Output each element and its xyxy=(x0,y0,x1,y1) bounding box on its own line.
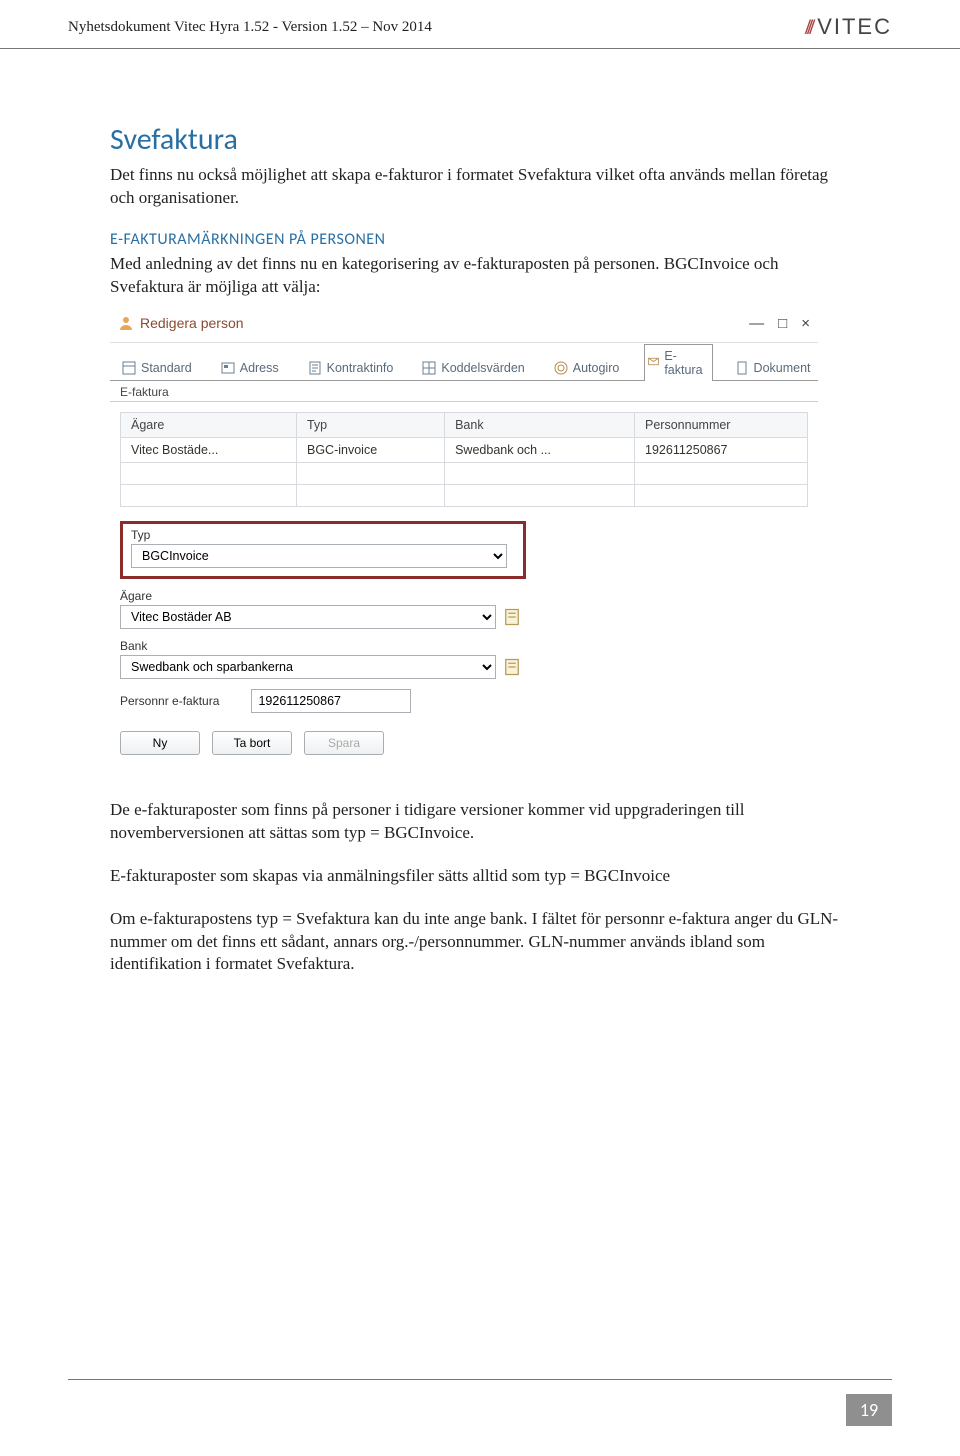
typ-highlight: Typ BGCInvoice xyxy=(120,521,526,579)
ny-button[interactable]: Ny xyxy=(120,731,200,755)
minimize-button[interactable]: — xyxy=(749,315,764,332)
tab-label: E-faktura xyxy=(664,349,705,377)
table-row[interactable]: Vitec Bostäde... BGC-invoice Swedbank oc… xyxy=(121,437,808,462)
tab-koddelsvarden[interactable]: Koddelsvärden xyxy=(418,355,531,380)
col-bank[interactable]: Bank xyxy=(445,412,635,437)
after-p1: De e-fakturaposter som finns på personer… xyxy=(110,799,850,845)
efaktura-icon xyxy=(647,355,660,371)
efaktura-grid[interactable]: Ägare Typ Bank Personnummer Vitec Bostäd… xyxy=(120,412,808,507)
document-icon xyxy=(734,360,750,376)
maximize-button[interactable]: □ xyxy=(778,315,787,332)
tab-label: Standard xyxy=(141,361,192,375)
spara-button[interactable]: Spara xyxy=(304,731,384,755)
note-icon[interactable] xyxy=(502,607,522,627)
group-label: E-faktura xyxy=(110,381,818,401)
table-row[interactable] xyxy=(121,462,808,484)
note-icon[interactable] xyxy=(502,657,522,677)
col-personnummer[interactable]: Personnummer xyxy=(635,412,808,437)
contract-icon xyxy=(307,360,323,376)
section-title: Svefaktura xyxy=(110,121,850,158)
autogiro-icon xyxy=(553,360,569,376)
tab-label: Dokument xyxy=(754,361,811,375)
tab-label: Adress xyxy=(240,361,279,375)
brand-logo: /// VITEC xyxy=(805,14,892,40)
dialog-redigera-person: Redigera person — □ × Standard Adress Ko… xyxy=(110,309,818,765)
col-agare[interactable]: Ägare xyxy=(121,412,297,437)
tab-standard[interactable]: Standard xyxy=(118,355,199,380)
page-number: 19 xyxy=(846,1394,892,1426)
tab-bar: Standard Adress Kontraktinfo Koddelsvärd… xyxy=(110,343,818,381)
tabort-button[interactable]: Ta bort xyxy=(212,731,292,755)
typ-label: Typ xyxy=(131,528,515,542)
after-p3: Om e-fakturapostens typ = Svefaktura kan… xyxy=(110,908,850,977)
tab-kontraktinfo[interactable]: Kontraktinfo xyxy=(304,355,401,380)
person-icon xyxy=(118,315,134,331)
tab-autogiro[interactable]: Autogiro xyxy=(550,355,627,380)
dialog-title: Redigera person xyxy=(140,315,244,331)
personnr-label: Personnr e-faktura xyxy=(120,694,248,708)
tab-efaktura[interactable]: E-faktura xyxy=(644,344,712,381)
tab-adress[interactable]: Adress xyxy=(217,355,286,380)
after-p2: E-fakturaposter som skapas via anmälning… xyxy=(110,865,850,888)
agare-select[interactable]: Vitec Bostäder AB xyxy=(120,605,496,629)
footer-rule xyxy=(68,1379,892,1380)
logo-mark-icon: /// xyxy=(805,14,811,40)
tab-dokument[interactable]: Dokument xyxy=(731,355,818,380)
tab-label: Koddelsvärden xyxy=(441,361,524,375)
table-header-row: Ägare Typ Bank Personnummer xyxy=(121,412,808,437)
section-intro: Det finns nu också möjlighet att skapa e… xyxy=(110,164,850,210)
bank-label: Bank xyxy=(120,639,808,653)
typ-select[interactable]: BGCInvoice xyxy=(131,544,507,568)
address-icon xyxy=(220,360,236,376)
subsection-title: E-FAKTURAMÄRKNINGEN PÅ PERSONEN xyxy=(110,230,850,249)
page-header: Nyhetsdokument Vitec Hyra 1.52 - Version… xyxy=(0,0,960,49)
tab-label: Autogiro xyxy=(573,361,620,375)
bank-select[interactable]: Swedbank och sparbankerna xyxy=(120,655,496,679)
standard-icon xyxy=(121,360,137,376)
doc-title: Nyhetsdokument Vitec Hyra 1.52 - Version… xyxy=(68,19,432,36)
close-button[interactable]: × xyxy=(801,315,810,332)
table-row[interactable] xyxy=(121,484,808,506)
brand-name: VITEC xyxy=(817,14,892,40)
col-typ[interactable]: Typ xyxy=(296,412,444,437)
personnr-input[interactable] xyxy=(251,689,411,713)
grid-icon xyxy=(421,360,437,376)
subsection-intro: Med anledning av det finns nu en kategor… xyxy=(110,253,850,299)
agare-label: Ägare xyxy=(120,589,808,603)
tab-label: Kontraktinfo xyxy=(327,361,394,375)
